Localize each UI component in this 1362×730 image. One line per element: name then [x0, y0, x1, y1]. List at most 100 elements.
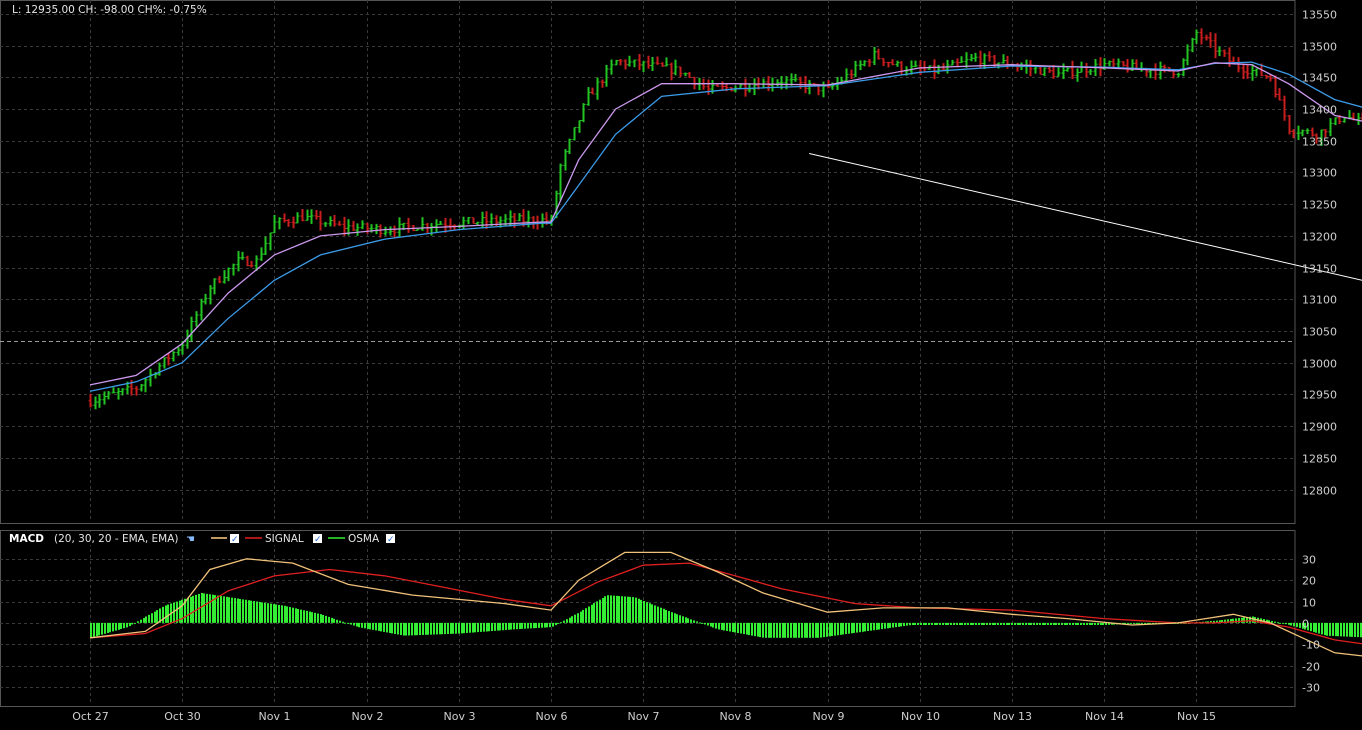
osma-bar — [651, 604, 653, 623]
osma-bar — [560, 622, 562, 624]
osma-bar — [851, 622, 853, 634]
osma-bar — [986, 622, 988, 625]
osma-bar — [643, 600, 645, 623]
osma-bar — [1061, 622, 1063, 625]
osma-bar — [494, 622, 496, 631]
price-tick-label: 13250 — [1302, 199, 1337, 212]
osma-legend-label: OSMA — [348, 533, 380, 545]
osma-bar — [674, 613, 676, 623]
osma-bar — [248, 600, 250, 623]
osma-bar — [900, 622, 902, 627]
osma-bar — [411, 622, 413, 636]
osma-bar — [284, 605, 286, 623]
osma-bar — [317, 613, 319, 623]
osma-bar — [521, 622, 523, 629]
osma-bar — [773, 622, 775, 638]
osma-bar — [259, 601, 261, 623]
osma-bar — [380, 622, 382, 632]
osma-bar — [734, 622, 736, 633]
osma-bar — [566, 619, 568, 623]
osma-bar — [96, 622, 98, 637]
osma-bar — [1141, 622, 1143, 624]
osma-bar — [845, 622, 847, 635]
osma-bar — [723, 622, 725, 631]
osma-bar — [439, 622, 441, 635]
osma-bar — [864, 622, 866, 632]
osma-bar — [267, 603, 269, 623]
osma-bar — [726, 622, 728, 631]
osma-bar — [1136, 622, 1138, 624]
osma-bar — [472, 622, 474, 633]
osma-bar — [928, 622, 930, 625]
osma-bar — [491, 622, 493, 632]
macd-legend: MACD (20, 30, 20 - EMA, EMA) ☚ ✓ SIGNAL … — [2, 532, 402, 545]
osma-bar — [369, 622, 371, 630]
chart-svg: 12800 12850 12900 12950 13000 13050 13100 13150… — [0, 0, 1362, 730]
time-tick-label: Nov 13 — [993, 710, 1032, 723]
osma-bar — [790, 622, 792, 638]
osma-bar — [372, 622, 374, 630]
osma-bar — [881, 622, 883, 630]
osma-bar — [1011, 622, 1013, 625]
osma-bar — [912, 622, 914, 625]
osma-bar — [101, 622, 103, 635]
osma-bar — [1271, 620, 1273, 623]
osma-bar — [624, 596, 626, 623]
time-tick-label: Nov 7 — [628, 710, 660, 723]
osma-bar — [441, 622, 443, 635]
osma-bar — [1053, 622, 1055, 625]
osma-bar — [143, 618, 145, 623]
config-hand-icon[interactable]: ☚ — [186, 534, 195, 545]
osma-bar — [862, 622, 864, 632]
osma-bar — [635, 597, 637, 623]
osma-bar — [397, 622, 399, 635]
osma-bar — [535, 622, 537, 629]
osma-bar — [1042, 622, 1044, 625]
osma-bar — [306, 610, 308, 623]
osma-bar — [1058, 622, 1060, 625]
osma-bar — [1064, 622, 1066, 625]
osma-bar — [1127, 622, 1129, 624]
osma-bar — [779, 622, 781, 638]
osma-bar — [820, 622, 822, 638]
osma-bar — [90, 622, 92, 638]
osma-bar — [463, 622, 465, 634]
osma-bar — [856, 622, 858, 633]
osma-bar — [665, 609, 667, 623]
osma-bar — [356, 622, 358, 627]
osma-bar — [1014, 622, 1016, 625]
osma-bar — [751, 622, 753, 636]
osma-bar — [427, 622, 429, 635]
macd-legend-params: (20, 30, 20 - EMA, EMA) — [54, 533, 179, 545]
osma-bar — [961, 622, 963, 625]
osma-bar — [546, 622, 548, 628]
price-tick-label: 13550 — [1302, 9, 1337, 22]
osma-bar — [632, 597, 634, 623]
osma-bar — [582, 609, 584, 623]
osma-bar — [679, 615, 681, 623]
price-tick-label: 13300 — [1302, 167, 1337, 180]
osma-bar — [970, 622, 972, 625]
osma-bar — [1130, 622, 1132, 624]
osma-bar — [992, 622, 994, 625]
osma-bar — [831, 622, 833, 637]
osma-bar — [1080, 622, 1082, 625]
osma-bar — [1299, 622, 1301, 628]
osma-bar — [275, 604, 277, 623]
osma-bar — [748, 622, 750, 636]
osma-bar — [203, 593, 205, 623]
osma-bar — [206, 593, 208, 623]
osma-bar — [770, 622, 772, 638]
osma-bar — [118, 622, 120, 630]
osma-bar — [663, 608, 665, 623]
osma-bar — [253, 601, 255, 623]
osma-bar — [220, 595, 222, 623]
osma-bar — [483, 622, 485, 632]
osma-bar — [1282, 622, 1284, 624]
osma-bar — [389, 622, 391, 633]
osma-bar — [950, 622, 952, 625]
price-tick-label: 12850 — [1302, 453, 1337, 466]
osma-bar — [325, 615, 327, 623]
osma-bar — [934, 622, 936, 625]
osma-bar — [638, 598, 640, 623]
